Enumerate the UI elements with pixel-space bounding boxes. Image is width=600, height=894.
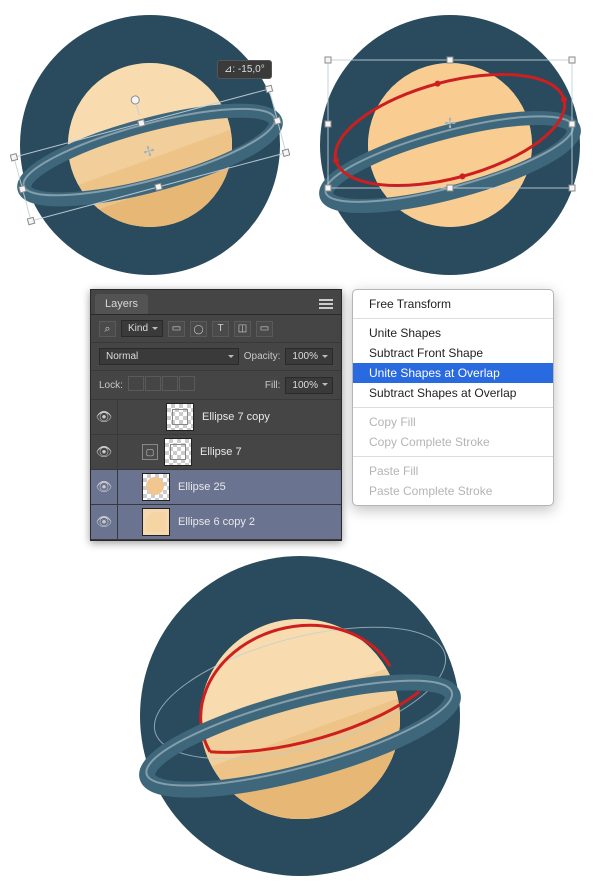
svg-text:✢: ✢ xyxy=(444,115,456,131)
menu-item[interactable]: Subtract Front Shape xyxy=(353,343,553,363)
layer-row[interactable]: 👁 Ellipse 25 xyxy=(91,470,341,505)
rotation-readout: ⊿: -15,0° xyxy=(217,60,272,79)
lock-label: Lock: xyxy=(99,380,123,391)
blend-mode-dropdown[interactable]: Normal xyxy=(99,348,239,365)
fill-value[interactable]: 100% xyxy=(285,377,333,394)
filter-smart-icon[interactable] xyxy=(256,321,273,337)
menu-item: Paste Fill xyxy=(353,461,553,481)
layer-thumbnail[interactable] xyxy=(166,403,194,431)
fill-label: Fill: xyxy=(265,380,281,391)
layer-row[interactable]: 👁 Ellipse 6 copy 2 xyxy=(91,505,341,540)
context-menu: Free Transform Unite ShapesSubtract Front… xyxy=(352,289,554,506)
vector-mask-icon xyxy=(142,444,158,460)
filter-pixel-icon[interactable] xyxy=(168,321,185,337)
layer-name[interactable]: Ellipse 7 xyxy=(200,446,242,458)
menu-item[interactable]: Unite Shapes at Overlap xyxy=(353,363,553,383)
filter-adjust-icon[interactable] xyxy=(190,321,207,337)
menu-item[interactable]: Subtract Shapes at Overlap xyxy=(353,383,553,403)
layer-row[interactable]: 👁 Ellipse 7 copy xyxy=(91,400,341,435)
menu-item[interactable]: Free Transform xyxy=(353,294,553,314)
menu-item: Copy Complete Stroke xyxy=(353,432,553,452)
layer-thumbnail[interactable] xyxy=(142,508,170,536)
menu-item: Paste Complete Stroke xyxy=(353,481,553,501)
menu-item[interactable]: Unite Shapes xyxy=(353,323,553,343)
filter-kind-dropdown[interactable]: Kind xyxy=(121,320,163,337)
layers-tab[interactable]: Layers xyxy=(95,294,148,314)
layer-row[interactable]: 👁 Ellipse 7 xyxy=(91,435,341,470)
visibility-eye-icon[interactable]: 👁 xyxy=(91,400,118,434)
filter-search-icon[interactable] xyxy=(99,321,116,337)
layer-name[interactable]: Ellipse 25 xyxy=(178,481,226,493)
filter-shape-icon[interactable] xyxy=(234,321,251,337)
planet-preview-left: ✢ ⊿: -15,0° xyxy=(10,10,290,283)
opacity-value[interactable]: 100% xyxy=(285,348,333,365)
visibility-eye-icon[interactable]: 👁 xyxy=(91,470,118,504)
visibility-eye-icon[interactable]: 👁 xyxy=(91,505,118,539)
opacity-label: Opacity: xyxy=(244,351,281,362)
layer-thumbnail[interactable] xyxy=(142,473,170,501)
lock-icons[interactable] xyxy=(128,376,196,394)
planet-preview-result xyxy=(130,551,470,884)
visibility-eye-icon[interactable]: 👁 xyxy=(91,435,118,469)
layer-name[interactable]: Ellipse 7 copy xyxy=(202,411,270,423)
layer-thumbnail[interactable] xyxy=(164,438,192,466)
layer-name[interactable]: Ellipse 6 copy 2 xyxy=(178,516,255,528)
panel-menu-icon[interactable] xyxy=(319,299,333,309)
menu-item: Copy Fill xyxy=(353,412,553,432)
layer-list: 👁 Ellipse 7 copy 👁 Ellipse 7 👁 Ellipse 25 👁 Ell… xyxy=(91,400,341,540)
filter-text-icon[interactable] xyxy=(212,321,229,337)
layers-panel: Layers Kind Normal Opacity: 100% Lock: F… xyxy=(90,289,342,541)
planet-preview-right: ✢ xyxy=(310,10,590,283)
